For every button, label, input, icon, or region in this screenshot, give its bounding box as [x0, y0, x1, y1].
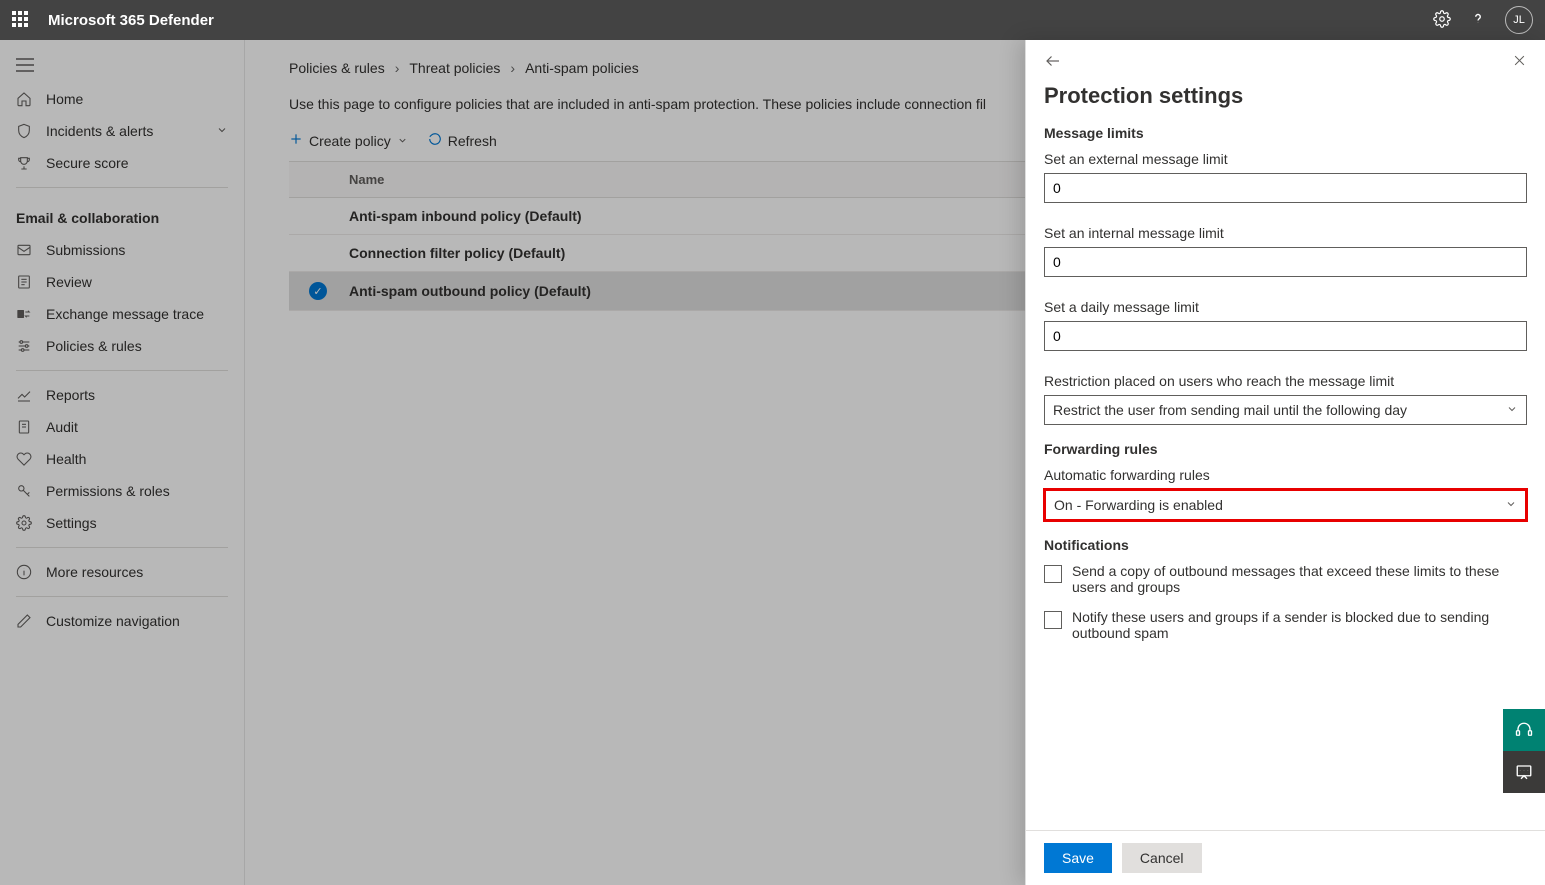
back-button[interactable] — [1044, 52, 1062, 73]
checkbox-send-copy[interactable]: Send a copy of outbound messages that ex… — [1044, 563, 1527, 595]
checkbox-label: Send a copy of outbound messages that ex… — [1072, 563, 1527, 595]
external-limit-input[interactable] — [1044, 173, 1527, 203]
section-forwarding-rules: Forwarding rules — [1044, 441, 1527, 457]
protection-settings-panel: Protection settings Message limits Set a… — [1025, 40, 1545, 885]
feedback-button[interactable] — [1503, 751, 1545, 793]
checkbox-icon[interactable] — [1044, 611, 1062, 629]
section-notifications: Notifications — [1044, 537, 1527, 553]
restriction-label: Restriction placed on users who reach th… — [1044, 373, 1527, 389]
settings-gear-icon[interactable] — [1433, 10, 1451, 31]
topbar: Microsoft 365 Defender JL — [0, 0, 1545, 40]
auto-forward-label: Automatic forwarding rules — [1044, 467, 1527, 483]
save-button[interactable]: Save — [1044, 843, 1112, 873]
auto-forwarding-select[interactable]: On - Forwarding is enabled — [1044, 489, 1527, 521]
help-icon[interactable] — [1469, 10, 1487, 31]
checkbox-icon[interactable] — [1044, 565, 1062, 583]
restriction-select[interactable]: Restrict the user from sending mail unti… — [1044, 395, 1527, 425]
internal-limit-input[interactable] — [1044, 247, 1527, 277]
checkbox-notify-blocked[interactable]: Notify these users and groups if a sende… — [1044, 609, 1527, 641]
app-launcher-icon[interactable] — [12, 11, 30, 29]
internal-limit-label: Set an internal message limit — [1044, 225, 1527, 241]
external-limit-label: Set an external message limit — [1044, 151, 1527, 167]
panel-title: Protection settings — [1026, 79, 1545, 123]
daily-limit-label: Set a daily message limit — [1044, 299, 1527, 315]
cancel-button[interactable]: Cancel — [1122, 843, 1202, 873]
user-avatar[interactable]: JL — [1505, 6, 1533, 34]
chevron-down-icon — [1506, 402, 1518, 418]
daily-limit-input[interactable] — [1044, 321, 1527, 351]
headset-support-button[interactable] — [1503, 709, 1545, 751]
select-value: On - Forwarding is enabled — [1054, 497, 1223, 513]
checkbox-label: Notify these users and groups if a sende… — [1072, 609, 1527, 641]
close-button[interactable] — [1512, 53, 1527, 73]
section-message-limits: Message limits — [1044, 125, 1527, 141]
chevron-down-icon — [1505, 497, 1517, 513]
app-title: Microsoft 365 Defender — [48, 12, 214, 29]
select-value: Restrict the user from sending mail unti… — [1053, 402, 1407, 418]
